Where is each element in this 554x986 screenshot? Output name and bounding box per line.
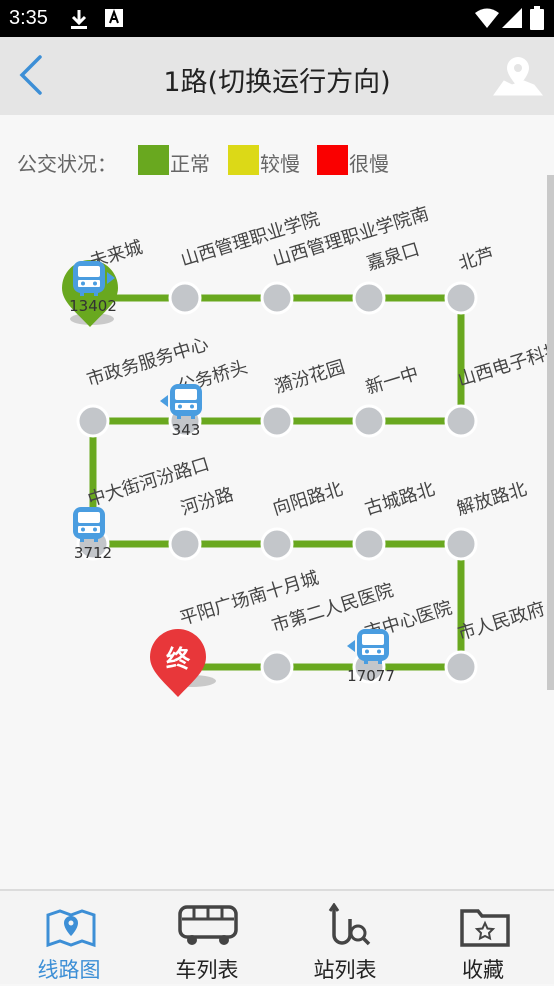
station-search-icon bbox=[328, 903, 371, 946]
bottom-tab-bar: 线路图 车列表 站列表 收藏 bbox=[0, 889, 554, 984]
tab-label: 线路图 bbox=[37, 958, 101, 982]
tab-label: 收藏 bbox=[462, 958, 504, 982]
route-map-icon bbox=[46, 909, 96, 948]
station-label: 市人民政府 bbox=[455, 598, 547, 644]
station-dot[interactable] bbox=[168, 527, 202, 561]
bus-icon[interactable] bbox=[347, 629, 389, 664]
route-map: 终 未来城 山西管理职业学院 山西管理职业学院南 嘉泉口 北芦 山西电子科技学院… bbox=[62, 203, 554, 697]
station-label: 嘉泉口 bbox=[364, 239, 422, 275]
station-dot[interactable] bbox=[260, 527, 294, 561]
station-label: 向阳路北 bbox=[270, 479, 345, 520]
station-dot[interactable] bbox=[352, 281, 386, 315]
station-dot[interactable] bbox=[260, 404, 294, 438]
station-dot[interactable] bbox=[352, 527, 386, 561]
station-dot[interactable] bbox=[168, 281, 202, 315]
station-label: 北芦 bbox=[456, 244, 497, 275]
station-dot[interactable] bbox=[260, 281, 294, 315]
tab-label: 站列表 bbox=[313, 958, 377, 982]
end-marker-label: 终 bbox=[166, 645, 191, 673]
bus-icon[interactable] bbox=[73, 507, 105, 542]
bus-plate: 3712 bbox=[74, 544, 112, 562]
tab-route-map[interactable]: 线路图 bbox=[0, 891, 138, 986]
station-label: 古城路北 bbox=[362, 479, 437, 520]
scrollbar[interactable] bbox=[547, 175, 554, 690]
station-dot[interactable] bbox=[444, 527, 478, 561]
bus-plate: 17077 bbox=[347, 667, 395, 685]
station-label: 新一中 bbox=[363, 363, 421, 399]
station-label: 山西电子科技学院 bbox=[455, 329, 554, 391]
tab-station-list[interactable]: 站列表 bbox=[276, 891, 414, 986]
favorites-folder-icon bbox=[460, 909, 510, 947]
station-dot[interactable] bbox=[260, 650, 294, 684]
station-dot[interactable] bbox=[76, 404, 110, 438]
bus-icon[interactable] bbox=[160, 384, 202, 419]
station-label: 漪汾花园 bbox=[272, 357, 347, 398]
bus-plate: 13402 bbox=[69, 297, 117, 315]
station-label: 河汾路 bbox=[178, 484, 236, 520]
tab-favorites[interactable]: 收藏 bbox=[414, 891, 552, 986]
tab-bus-list[interactable]: 车列表 bbox=[138, 891, 276, 986]
station-dot[interactable] bbox=[444, 650, 478, 684]
bus-list-icon bbox=[178, 905, 238, 945]
station-dot[interactable] bbox=[444, 281, 478, 315]
station-label: 解放路北 bbox=[454, 479, 529, 520]
bus-plate: 343 bbox=[172, 421, 201, 439]
station-dot[interactable] bbox=[352, 404, 386, 438]
station-dot[interactable] bbox=[444, 404, 478, 438]
tab-label: 车列表 bbox=[175, 958, 239, 982]
